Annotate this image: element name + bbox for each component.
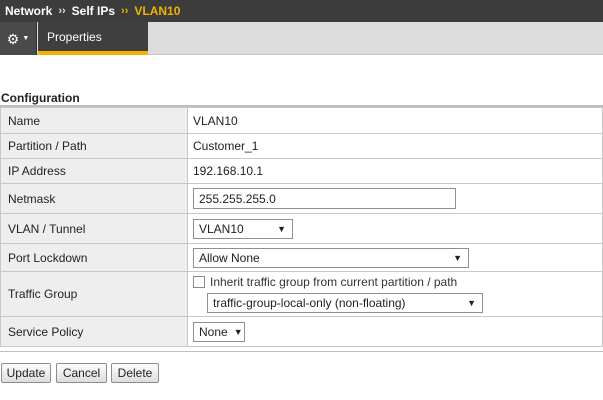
port-lockdown-select[interactable]: Allow None ▼ bbox=[193, 247, 469, 268]
caret-down-icon: ▼ bbox=[22, 35, 30, 42]
button-bar-divider bbox=[0, 351, 603, 355]
service-policy-select[interactable]: None ▼ bbox=[193, 321, 245, 342]
breadcrumb-separator: ›› bbox=[121, 5, 129, 17]
tab-properties[interactable]: Properties bbox=[38, 22, 148, 55]
name-label: Name bbox=[0, 107, 188, 134]
inherit-traffic-group-label[interactable]: Inherit traffic group from current parti… bbox=[210, 275, 457, 289]
service-policy-label: Service Policy bbox=[0, 316, 188, 347]
tab-strip: ⚙ ▼ Properties bbox=[0, 22, 603, 55]
table-row-netmask: Netmask bbox=[0, 183, 603, 214]
ip-address-label: IP Address bbox=[0, 158, 188, 184]
traffic-group-select[interactable]: traffic-group-local-only (non-floating) … bbox=[207, 293, 483, 313]
breadcrumb: Network ›› Self IPs ›› VLAN10 bbox=[0, 0, 603, 22]
netmask-label: Netmask bbox=[0, 183, 188, 214]
partition-value: Customer_1 bbox=[187, 133, 603, 159]
service-policy-select-value: None bbox=[199, 324, 228, 339]
dropdown-arrow-icon: ▼ bbox=[277, 223, 286, 234]
table-row-traffic-group: Traffic Group Inherit traffic group from… bbox=[0, 271, 603, 317]
gear-menu-button[interactable]: ⚙ ▼ bbox=[0, 22, 37, 55]
section-title: Configuration bbox=[1, 91, 80, 105]
ip-address-value: 192.168.10.1 bbox=[187, 158, 603, 184]
port-lockdown-select-value: Allow None bbox=[199, 250, 260, 265]
table-row-ip-address: IP Address 192.168.10.1 bbox=[0, 158, 603, 184]
vlan-label: VLAN / Tunnel bbox=[0, 213, 188, 244]
dropdown-arrow-icon: ▼ bbox=[233, 326, 243, 337]
traffic-group-select-value: traffic-group-local-only (non-floating) bbox=[213, 296, 406, 310]
cancel-button[interactable]: Cancel bbox=[56, 363, 107, 383]
table-row-partition: Partition / Path Customer_1 bbox=[0, 133, 603, 159]
table-row-vlan: VLAN / Tunnel VLAN10 ▼ bbox=[0, 213, 603, 244]
netmask-input[interactable] bbox=[193, 188, 456, 209]
name-value: VLAN10 bbox=[187, 107, 603, 134]
gear-icon: ⚙ bbox=[6, 30, 20, 47]
breadcrumb-separator: ›› bbox=[58, 5, 66, 17]
update-button[interactable]: Update bbox=[1, 363, 51, 383]
breadcrumb-network[interactable]: Network bbox=[5, 4, 52, 18]
configuration-table: Name VLAN10 Partition / Path Customer_1 … bbox=[0, 107, 603, 347]
breadcrumb-self-ips[interactable]: Self IPs bbox=[72, 4, 115, 18]
table-row-name: Name VLAN10 bbox=[0, 107, 603, 134]
dropdown-arrow-icon: ▼ bbox=[467, 298, 476, 308]
dropdown-arrow-icon: ▼ bbox=[453, 252, 462, 263]
table-row-port-lockdown: Port Lockdown Allow None ▼ bbox=[0, 243, 603, 272]
breadcrumb-current-vlan10: VLAN10 bbox=[134, 4, 181, 18]
delete-button[interactable]: Delete bbox=[111, 363, 159, 383]
vlan-select[interactable]: VLAN10 ▼ bbox=[193, 218, 293, 239]
table-row-service-policy: Service Policy None ▼ bbox=[0, 316, 603, 347]
vlan-select-value: VLAN10 bbox=[199, 221, 244, 236]
partition-label: Partition / Path bbox=[0, 133, 188, 159]
traffic-group-label: Traffic Group bbox=[0, 271, 188, 317]
port-lockdown-label: Port Lockdown bbox=[0, 243, 188, 272]
inherit-traffic-group-checkbox[interactable] bbox=[193, 276, 205, 288]
